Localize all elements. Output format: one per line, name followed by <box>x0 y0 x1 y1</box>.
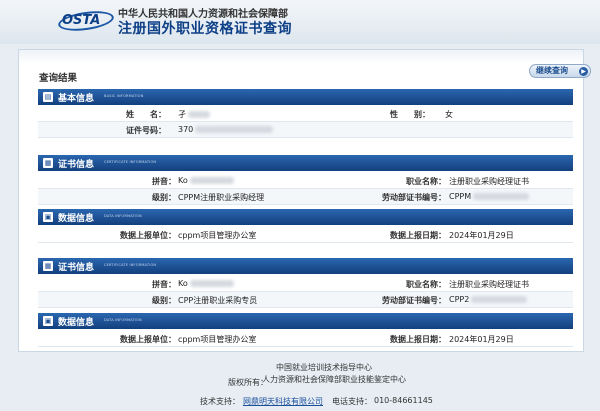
section-data-1: ▣ 数据信息 DATA INFORMATION <box>38 209 573 225</box>
cert-number-value: CPP2 <box>449 295 528 304</box>
copyright-owner-2: 人力资源和社会保障部职业技能鉴定中心 <box>262 375 406 384</box>
logo-text: OSTA <box>62 13 101 28</box>
gender-value: 女 <box>445 110 453 119</box>
job-name-value: 注册职业采购经理证书 <box>449 177 529 186</box>
continue-query-button[interactable]: 继续查询 ▶ <box>529 64 591 78</box>
monitor-icon: ▣ <box>43 316 53 326</box>
phone-support-value: 010-84661145 <box>374 396 433 405</box>
section-certificate-2: ▦ 证书信息 CERTIFICATE INFORMATION <box>38 258 573 274</box>
report-unit-value: cppm项目管理办公室 <box>178 335 257 344</box>
section-subtitle: BASIC INFORMATION <box>104 94 144 98</box>
report-date-label: 数据上报日期： <box>390 231 446 240</box>
section-subtitle: DATA INFORMATION <box>104 214 142 218</box>
phone-support-label: 电话支持： <box>332 397 372 406</box>
monitor-icon: ▣ <box>43 212 53 222</box>
redacted-mark <box>189 280 234 287</box>
continue-query-label: 继续查询 <box>536 66 568 75</box>
redacted-mark <box>188 111 210 118</box>
row-report-unit-date: 数据上报单位： cppm项目管理办公室 数据上报日期： 2024年01月29日 <box>38 227 573 243</box>
cert-number-label: 劳动部证书编号： <box>382 296 446 305</box>
section-data-2: ▣ 数据信息 DATA INFORMATION <box>38 313 573 329</box>
level-label: 级别： <box>152 193 176 202</box>
redacted-mark <box>189 177 234 184</box>
cert-number-value: CPPM <box>449 192 530 201</box>
section-title: 数据信息 <box>58 318 95 328</box>
report-date-label: 数据上报日期： <box>390 335 446 344</box>
name-value: 孑 <box>178 109 210 120</box>
section-title: 证书信息 <box>58 263 95 273</box>
pinyin-value: Ko <box>178 279 234 288</box>
osta-logo: OSTA <box>57 8 115 34</box>
play-arrow-icon: ▶ <box>579 67 588 76</box>
report-unit-value: cppm项目管理办公室 <box>178 231 257 240</box>
copyright-owner-1: 中国就业培训技术指导中心 <box>276 363 372 372</box>
redacted-mark <box>473 193 530 200</box>
pinyin-value: Ko <box>178 176 234 185</box>
row-report-unit-date: 数据上报单位： cppm项目管理办公室 数据上报日期： 2024年01月29日 <box>38 331 573 347</box>
tech-support-link[interactable]: 网鼎明天科技有限公司 <box>243 396 323 407</box>
report-unit-label: 数据上报单位： <box>120 335 176 344</box>
page-header: OSTA 中华人民共和国人力资源和社会保障部 注册国外职业资格证书查询 <box>0 0 600 44</box>
section-title: 数据信息 <box>58 214 95 224</box>
row-pinyin-jobname: 拼音： Ko 职业名称： 注册职业采购经理证书 <box>38 173 573 189</box>
level-value: CPP注册职业采购专员 <box>178 296 258 305</box>
redacted-mark <box>195 126 274 133</box>
section-subtitle: CERTIFICATE INFORMATION <box>104 160 157 164</box>
section-title: 证书信息 <box>58 160 95 170</box>
report-unit-label: 数据上报单位： <box>120 231 176 240</box>
level-label: 级别： <box>152 296 176 305</box>
info-icon: ▤ <box>43 92 53 102</box>
certificate-icon: ▦ <box>43 158 53 168</box>
tech-support-label: 技术支持： <box>200 397 240 406</box>
pinyin-label: 拼音： <box>152 177 176 186</box>
job-name-value: 注册职业采购经理证书 <box>449 280 529 289</box>
page-title: 注册国外职业资格证书查询 <box>118 21 292 37</box>
job-name-label: 职业名称： <box>406 177 446 186</box>
row-level-certno: 级别： CPPM注册职业采购经理 劳动部证书编号： CPPM <box>38 189 573 205</box>
level-value: CPPM注册职业采购经理 <box>178 193 265 202</box>
row-level-certno: 级别： CPP注册职业采购专员 劳动部证书编号： CPP2 <box>38 292 573 308</box>
report-date-value: 2024年01月29日 <box>449 335 514 344</box>
row-id-number: 证件号码： 370 <box>38 122 573 138</box>
section-certificate-1: ▦ 证书信息 CERTIFICATE INFORMATION <box>38 155 573 171</box>
report-date-value: 2024年01月29日 <box>449 231 514 240</box>
section-title: 基本信息 <box>58 94 95 104</box>
section-subtitle: DATA INFORMATION <box>104 318 142 322</box>
id-number-label: 证件号码： <box>126 126 166 135</box>
name-label: 姓 名： <box>126 110 166 119</box>
job-name-label: 职业名称： <box>406 280 446 289</box>
id-number-value: 370 <box>178 125 274 134</box>
cert-number-label: 劳动部证书编号： <box>382 193 446 202</box>
gender-label: 性 别： <box>390 110 430 119</box>
section-subtitle: CERTIFICATE INFORMATION <box>104 263 157 267</box>
pinyin-label: 拼音： <box>152 280 176 289</box>
section-basic-info: ▤ 基本信息 BASIC INFORMATION <box>38 89 573 105</box>
page-footer: 版权所有： 中国就业培训技术指导中心 人力资源和社会保障部职业技能鉴定中心 技术… <box>0 354 600 411</box>
redacted-mark <box>471 296 528 303</box>
certificate-icon: ▦ <box>43 261 53 271</box>
row-name-gender: 姓 名： 孑 性 别： 女 <box>38 106 573 122</box>
result-title: 查询结果 <box>39 73 78 84</box>
row-pinyin-jobname: 拼音： Ko 职业名称： 注册职业采购经理证书 <box>38 276 573 292</box>
